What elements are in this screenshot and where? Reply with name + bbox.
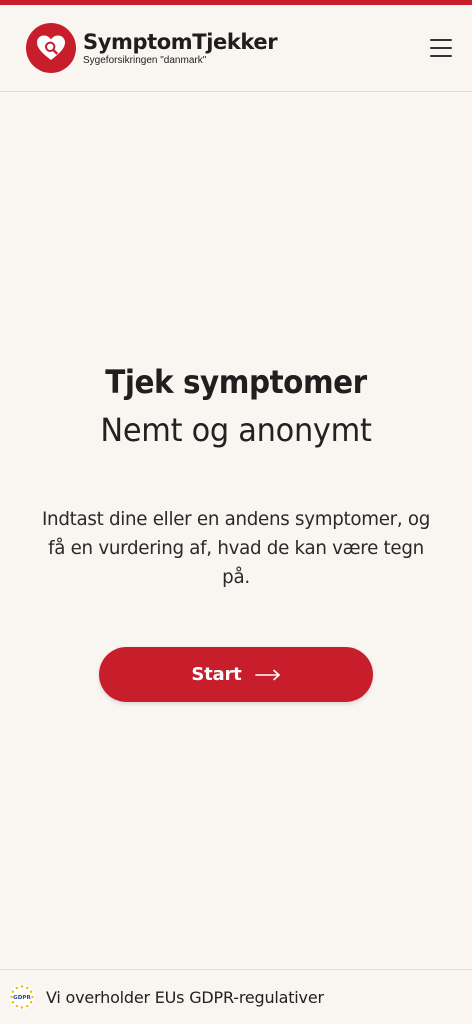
hero-description: Indtast dine eller en andens symptomer, …	[41, 508, 431, 588]
start-button[interactable]: Start	[99, 647, 373, 702]
brand-subtitle: Sygeforsikringen "danmark"	[83, 54, 207, 66]
brand[interactable]: SymptomTjekker Sygeforsikringen "danmark…	[83, 29, 278, 67]
app-header: SymptomTjekker Sygeforsikringen "danmark…	[0, 5, 472, 92]
gdpr-badge-text: GDPR	[13, 995, 31, 1001]
hero-subtitle: Nemt og anonymt	[100, 411, 372, 449]
footer: GDPR Vi overholder EUs GDPR-regulativer	[0, 969, 472, 1024]
heart-magnifier-icon[interactable]	[26, 23, 76, 73]
arrow-right-icon	[254, 669, 281, 681]
gdpr-badge-icon: GDPR	[9, 984, 35, 1010]
hero-title: Tjek symptomer	[105, 363, 367, 401]
gdpr-compliance-text: Vi overholder EUs GDPR-regulativer	[46, 987, 324, 1007]
hamburger-menu-icon[interactable]	[430, 39, 452, 57]
start-button-label: Start	[191, 664, 242, 685]
brand-name: SymptomTjekker	[83, 29, 278, 54]
hero: Tjek symptomer Nemt og anonymt Indtast d…	[0, 360, 472, 592]
